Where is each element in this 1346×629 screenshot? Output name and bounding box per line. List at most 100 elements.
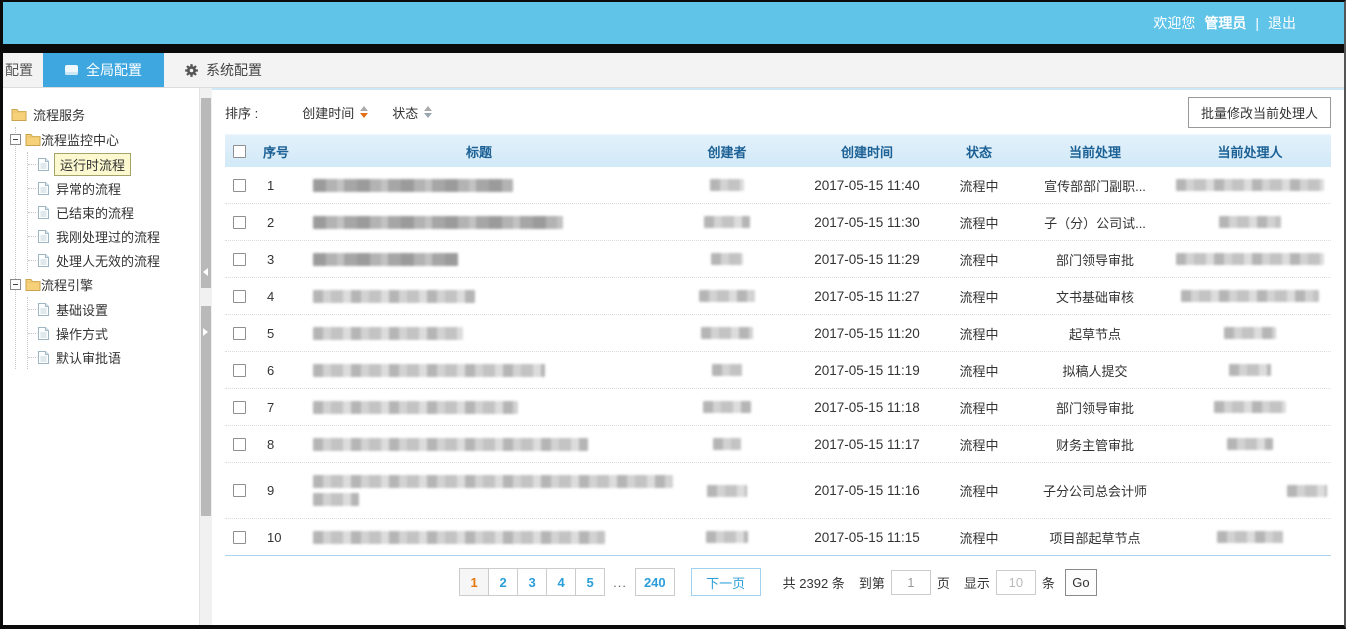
sort-field-created-time[interactable]: 创建时间 <box>302 103 368 122</box>
tree-leaf-item[interactable]: 异常的流程 <box>28 176 195 200</box>
current-user: 管理员 <box>1204 13 1246 33</box>
table-row[interactable]: 92017-05-15 11:16流程中子分公司总会计师 <box>225 463 1331 519</box>
row-created-time: 2017-05-15 11:30 <box>797 215 937 230</box>
collapse-expander-icon[interactable] <box>10 134 21 145</box>
tab-partial-config[interactable]: 配置 <box>3 53 43 87</box>
row-handler-cell <box>1169 290 1331 302</box>
logout-link[interactable]: 退出 <box>1268 13 1296 33</box>
page-ellipsis: ... <box>613 575 627 590</box>
row-index: 2 <box>257 215 301 230</box>
document-icon <box>38 327 49 340</box>
row-checkbox[interactable] <box>233 253 246 266</box>
last-page-button[interactable]: 240 <box>635 568 675 596</box>
content-body: 流程服务 流程监控中心 运行时流程异常的流程已结束的流程我刚处理过的流程处理人无… <box>3 88 1344 625</box>
sort-toolbar: 排序 : 创建时间 状态 批量修改当前处理人 <box>225 90 1331 134</box>
tab-global-config[interactable]: 全局配置 <box>43 53 164 87</box>
row-created-time: 2017-05-15 11:29 <box>797 252 937 267</box>
table-row[interactable]: 32017-05-15 11:29流程中部门领导审批 <box>225 241 1331 278</box>
row-title-cell <box>301 364 657 377</box>
row-check-cell <box>225 216 257 229</box>
page-size-input[interactable] <box>996 570 1036 595</box>
tree-groups: 流程监控中心 运行时流程异常的流程已结束的流程我刚处理过的流程处理人无效的流程 … <box>15 127 195 369</box>
row-current-step: 部门领导审批 <box>1021 398 1169 417</box>
redacted-handler <box>1227 438 1273 450</box>
row-current-step: 项目部起草节点 <box>1021 528 1169 547</box>
tree-root-node[interactable]: 流程服务 <box>11 102 195 127</box>
row-checkbox[interactable] <box>233 216 246 229</box>
redacted-creator <box>699 290 755 302</box>
select-all-checkbox[interactable] <box>233 145 246 158</box>
tree-leaf-item[interactable]: 处理人无效的流程 <box>28 248 195 272</box>
row-current-step: 部门领导审批 <box>1021 250 1169 269</box>
row-title-cell <box>301 179 657 192</box>
table-row[interactable]: 82017-05-15 11:17流程中财务主管审批 <box>225 426 1331 463</box>
row-creator-cell <box>657 253 797 265</box>
row-checkbox[interactable] <box>233 484 246 497</box>
redacted-title <box>313 179 513 192</box>
batch-modify-handler-button[interactable]: 批量修改当前处理人 <box>1188 97 1331 128</box>
folder-icon <box>25 133 41 146</box>
tree-leaf-item[interactable]: 基础设置 <box>28 297 195 321</box>
tree-leaf-item[interactable]: 我刚处理过的流程 <box>28 224 195 248</box>
tab-bar: 配置 全局配置 系统配置 <box>3 53 1344 88</box>
tab-system-config[interactable]: 系统配置 <box>164 53 282 87</box>
tree-group: 流程监控中心 运行时流程异常的流程已结束的流程我刚处理过的流程处理人无效的流程 <box>16 127 195 272</box>
row-creator-cell <box>657 216 797 228</box>
row-status: 流程中 <box>937 481 1021 500</box>
table-row[interactable]: 72017-05-15 11:18流程中部门领导审批 <box>225 389 1331 426</box>
tree-group-label: 流程引擎 <box>41 275 93 294</box>
table-row[interactable]: 102017-05-15 11:15流程中项目部起草节点 <box>225 519 1331 556</box>
page-button[interactable]: 5 <box>575 568 605 596</box>
table-row[interactable]: 22017-05-15 11:30流程中子（分）公司试... <box>225 204 1331 241</box>
page-button[interactable]: 4 <box>546 568 576 596</box>
row-checkbox[interactable] <box>233 327 246 340</box>
document-icon <box>38 303 49 316</box>
row-title-cell <box>301 253 657 266</box>
scrollbar-thumb[interactable] <box>201 98 211 288</box>
row-checkbox[interactable] <box>233 179 246 192</box>
tree-group: 流程引擎 基础设置操作方式默认审批语 <box>16 272 195 369</box>
folder-icon <box>25 278 41 291</box>
tree-leaf-item[interactable]: 已结束的流程 <box>28 200 195 224</box>
row-checkbox[interactable] <box>233 438 246 451</box>
page-button[interactable]: 3 <box>517 568 547 596</box>
tree-leaf-item[interactable]: 默认审批语 <box>28 345 195 369</box>
sort-label: 排序 : <box>225 103 258 122</box>
scrollbar-thumb[interactable] <box>201 306 211 516</box>
table-row[interactable]: 12017-05-15 11:40流程中宣传部部门副职... <box>225 167 1331 204</box>
row-checkbox[interactable] <box>233 364 246 377</box>
go-button[interactable]: Go <box>1065 569 1097 596</box>
goto-page-input[interactable] <box>891 570 931 595</box>
sort-field-status[interactable]: 状态 <box>392 103 432 122</box>
row-status: 流程中 <box>937 361 1021 380</box>
row-check-cell <box>225 290 257 303</box>
collapse-expander-icon[interactable] <box>10 279 21 290</box>
row-checkbox[interactable] <box>233 401 246 414</box>
row-creator-cell <box>657 290 797 302</box>
tree-group-node[interactable]: 流程监控中心 <box>10 127 195 152</box>
tree-group-node[interactable]: 流程引擎 <box>10 272 195 297</box>
tree-leaf-label: 我刚处理过的流程 <box>56 227 160 246</box>
row-created-time: 2017-05-15 11:15 <box>797 530 937 545</box>
app-window: 欢迎您 管理员 | 退出 配置 全局配置 <box>0 0 1346 629</box>
topbar-separator: | <box>1255 15 1259 31</box>
tree-leaf-item[interactable]: 操作方式 <box>28 321 195 345</box>
redacted-title <box>313 327 463 340</box>
row-checkbox[interactable] <box>233 531 246 544</box>
next-page-button[interactable]: 下一页 <box>691 568 761 596</box>
tree-leaf-item[interactable]: 运行时流程 <box>28 152 195 176</box>
sidebar-splitter[interactable] <box>199 88 212 625</box>
gear-icon <box>184 63 199 78</box>
row-index: 10 <box>257 530 301 545</box>
redacted-creator <box>704 216 750 228</box>
row-handler-cell <box>1169 364 1331 376</box>
table-row[interactable]: 52017-05-15 11:20流程中起草节点 <box>225 315 1331 352</box>
table-row[interactable]: 62017-05-15 11:19流程中拟稿人提交 <box>225 352 1331 389</box>
page-button[interactable]: 2 <box>488 568 518 596</box>
document-icon <box>38 182 49 195</box>
redacted-handler <box>1287 485 1327 497</box>
row-checkbox[interactable] <box>233 290 246 303</box>
main-panel: 排序 : 创建时间 状态 批量修改当前处理人 <box>212 88 1344 625</box>
page-button[interactable]: 1 <box>459 568 489 596</box>
table-row[interactable]: 42017-05-15 11:27流程中文书基础审核 <box>225 278 1331 315</box>
